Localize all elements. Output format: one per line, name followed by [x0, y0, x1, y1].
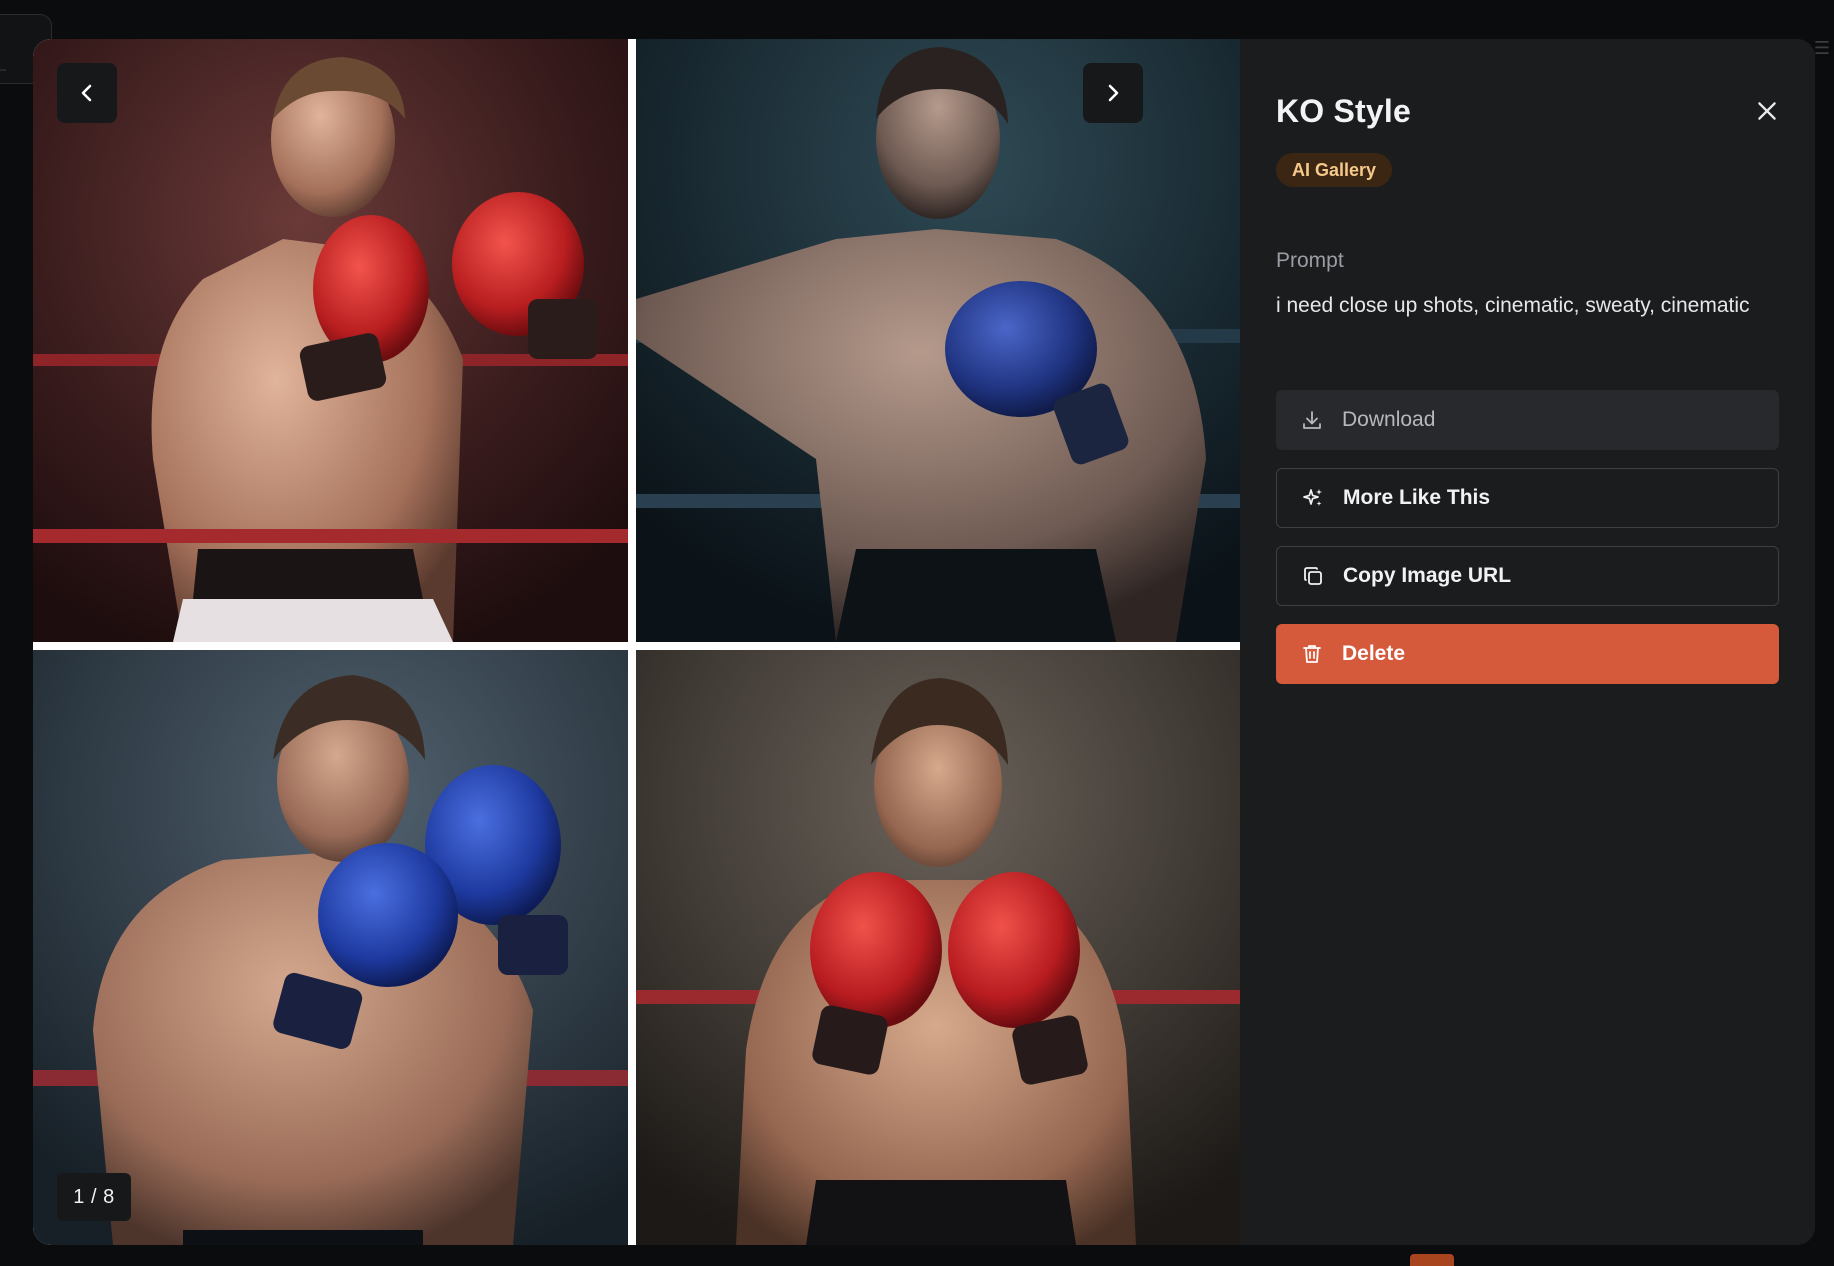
- prompt-text: i need close up shots, cinematic, sweaty…: [1276, 294, 1750, 317]
- copy-icon: [1301, 563, 1327, 589]
- details-panel: KO Style AI Gallery Prompt i need close …: [1240, 39, 1815, 1245]
- background-accent: [1410, 1254, 1454, 1266]
- panel-header: KO Style: [1276, 87, 1779, 135]
- download-button[interactable]: Download: [1276, 390, 1779, 451]
- image-counter: 1 / 8: [57, 1173, 131, 1221]
- copy-image-url-label: Copy Image URL: [1343, 564, 1512, 588]
- image-grid: 1 / 8: [33, 39, 1240, 1245]
- copy-image-url-button[interactable]: Copy Image URL: [1276, 546, 1779, 607]
- boxer-photo-blue-gloves: [33, 650, 628, 1245]
- chevron-right-icon: [1108, 84, 1119, 102]
- delete-button[interactable]: Delete: [1276, 624, 1779, 685]
- list-icon: ☰: [1813, 38, 1830, 58]
- gallery-image-2[interactable]: [636, 39, 1240, 642]
- previous-image-button[interactable]: [57, 63, 117, 123]
- gallery-image-4[interactable]: [636, 650, 1240, 1245]
- sparkles-icon: [1301, 485, 1327, 511]
- trash-icon: [1300, 641, 1326, 667]
- image-detail-modal: 1 / 8 KO Style AI Gallery Prompt i need …: [33, 39, 1815, 1245]
- source-badge: AI Gallery: [1276, 153, 1393, 187]
- action-list: Download More Like This Copy Image URL D…: [1276, 390, 1779, 685]
- boxer-photo-blue-glove: [636, 39, 1240, 642]
- boxer-photo-red-gloves-front: [636, 650, 1240, 1245]
- delete-label: Delete: [1342, 642, 1406, 666]
- boxer-photo-red-gloves: [33, 39, 628, 642]
- modal-title: KO Style: [1276, 92, 1411, 129]
- close-button[interactable]: [1747, 91, 1787, 131]
- download-icon: [1300, 407, 1326, 433]
- gallery-image-1[interactable]: [33, 39, 628, 642]
- close-icon: [1758, 102, 1776, 120]
- next-image-button[interactable]: [1083, 63, 1143, 123]
- prompt-label: Prompt: [1276, 249, 1344, 272]
- gallery-image-3[interactable]: [33, 650, 628, 1245]
- chevron-left-icon: [81, 84, 92, 102]
- download-label: Download: [1342, 408, 1436, 432]
- arrow-left-icon: ←: [0, 53, 11, 81]
- more-like-this-button[interactable]: More Like This: [1276, 468, 1779, 529]
- more-like-this-label: More Like This: [1343, 486, 1491, 510]
